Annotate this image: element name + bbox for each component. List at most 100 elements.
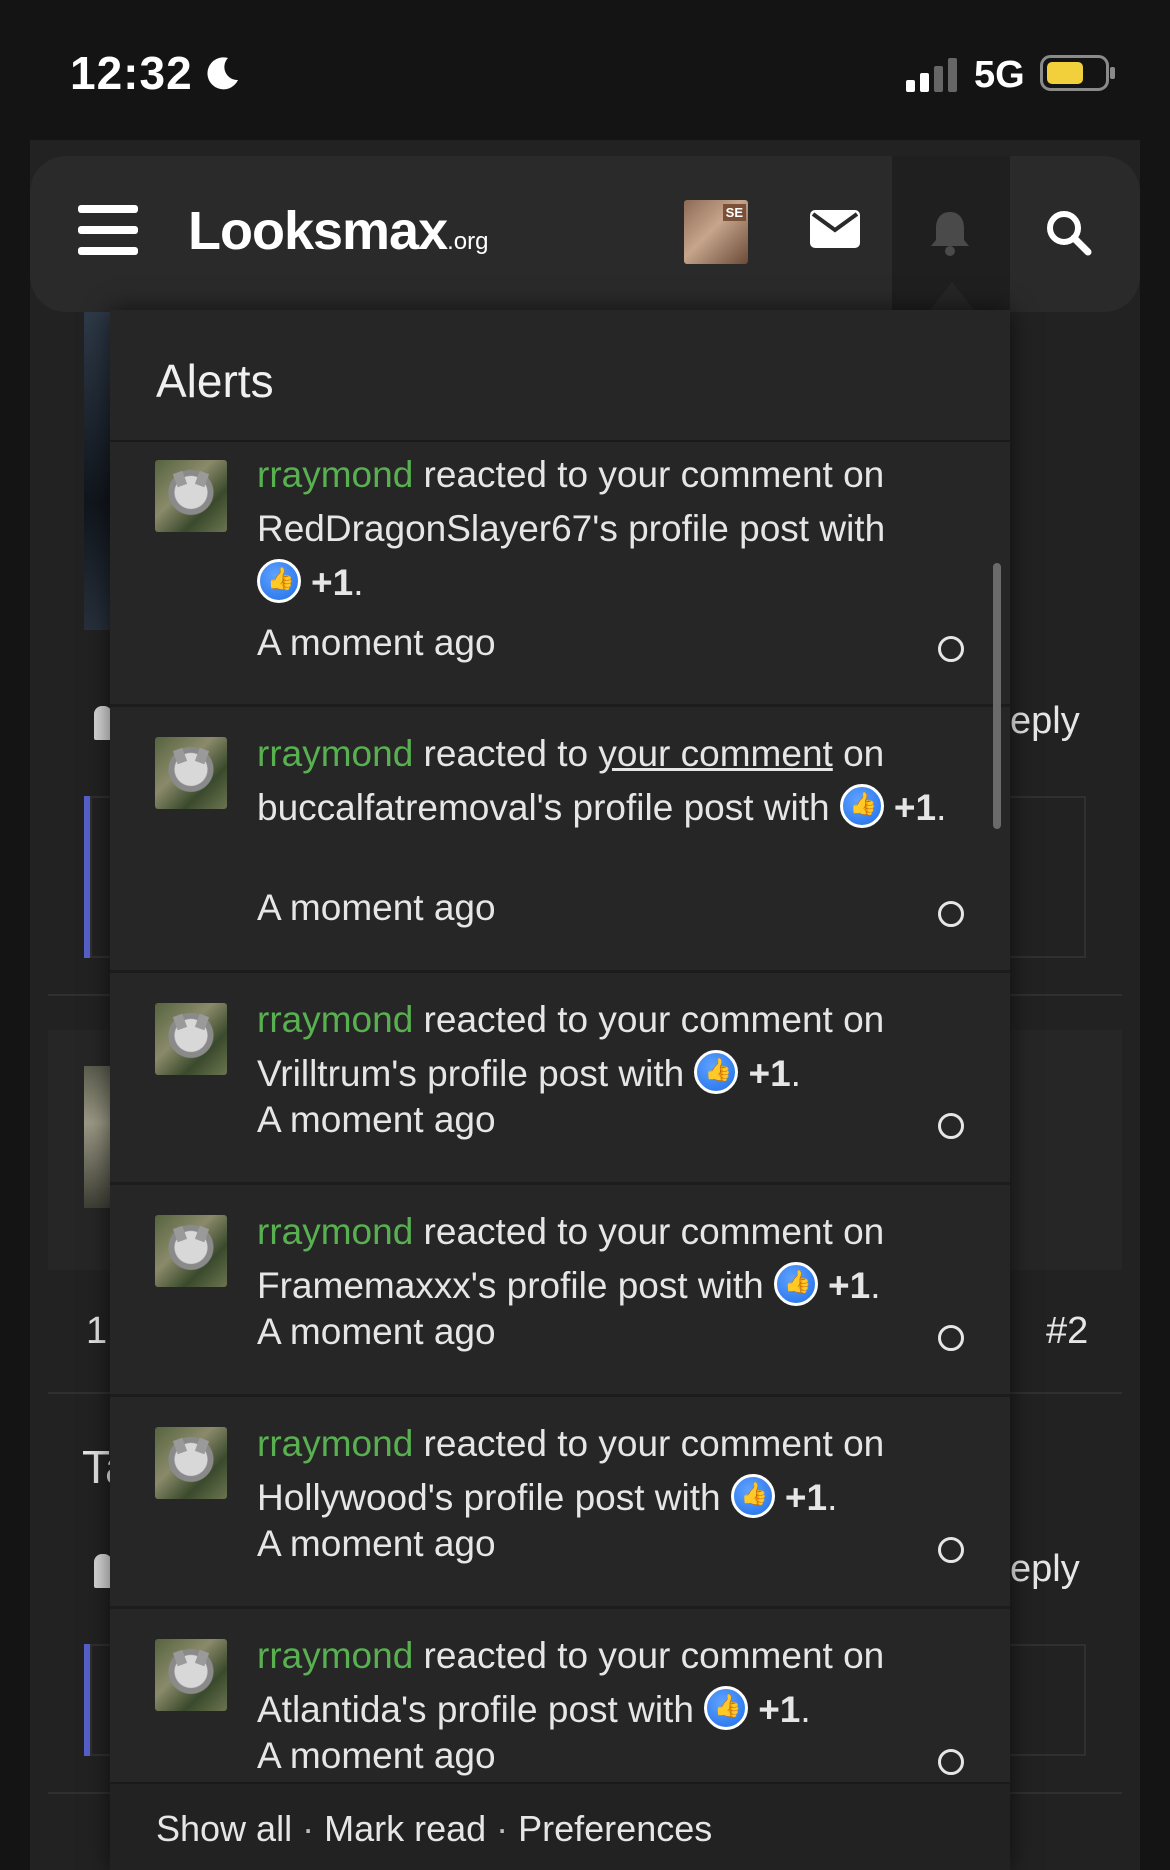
alert-time: A moment ago [257,1523,496,1564]
quote-bar [84,796,90,958]
mark-read-toggle[interactable] [938,1325,964,1351]
username-link[interactable]: rraymond [257,1211,413,1252]
post-count: 1 [86,1310,108,1352]
username-link[interactable]: rraymond [257,1635,413,1676]
battery-icon [1040,55,1115,91]
reply-link[interactable]: eply [1010,1548,1080,1591]
alert-text-part: reacted to [413,1211,599,1252]
alerts-popup: Alerts rraymond reacted to your comment … [110,310,1010,1870]
separator: · [302,1808,315,1849]
like-reaction-icon [694,1050,739,1095]
like-reaction-icon [839,784,884,829]
mark-read-toggle[interactable] [938,636,964,662]
like-reaction-icon [257,559,301,604]
post-image [84,1066,110,1208]
avatar-overlay-text: SE [722,204,746,221]
footer-links: Show all · Mark read · Preferences [156,1808,712,1850]
show-all-link[interactable]: Show all [156,1808,292,1849]
network-type: 5G [974,54,1025,96]
alert-time: A moment ago [257,887,496,928]
reaction-label: +1 [758,1689,801,1730]
username-link[interactable]: rraymond [257,454,413,495]
alerts-list[interactable]: rraymond reacted to your comment on RedD… [110,442,1010,1782]
alert-time: A moment ago [257,622,496,663]
status-time: 12:32 [70,47,193,99]
like-reaction-icon [774,1262,818,1307]
reaction-label: +1 [893,787,937,828]
alert-item[interactable]: rraymond reacted to your comment on Fram… [110,1185,1010,1397]
alert-text-part: reacted to [413,454,599,495]
comment-link[interactable]: your comment [598,733,832,774]
site-logo[interactable]: Looksmax.org [188,200,488,262]
alert-text-part: . [800,1689,811,1730]
mark-read-link[interactable]: Mark read [324,1808,486,1849]
preferences-link[interactable]: Preferences [518,1808,712,1849]
comment-link[interactable]: your comment [598,454,832,495]
logo-text: Looksmax [188,201,448,261]
alert-text-part: reacted to [413,733,599,774]
username-link[interactable]: rraymond [257,999,413,1040]
alert-text-part: . [936,787,947,828]
menu-icon[interactable] [78,205,138,259]
comment-link[interactable]: your comment [598,999,832,1040]
quote-bar [84,1644,90,1756]
alert-text-part: . [870,1265,881,1306]
comment-link[interactable]: your comment [598,1211,832,1252]
alert-text-part: . [827,1477,838,1518]
mail-icon[interactable] [810,210,860,248]
alert-item[interactable]: rraymond reacted to your comment on Vril… [110,973,1010,1185]
alert-text-part: reacted to [413,1423,599,1464]
alert-time: A moment ago [257,1311,496,1352]
alert-time: A moment ago [257,1735,496,1776]
alert-text: rraymond reacted to your comment on Vril… [257,993,947,1101]
mark-read-toggle[interactable] [938,1537,964,1563]
alert-text-part: reacted to [413,1635,599,1676]
mark-read-toggle[interactable] [938,1749,964,1775]
avatar[interactable] [155,1639,227,1711]
like-reaction-icon [704,1686,749,1731]
status-bar: 12:32 5G [0,0,1170,140]
signal-icon [906,58,957,92]
separator: · [496,1808,509,1849]
post-image [84,312,110,630]
mark-read-toggle[interactable] [938,901,964,927]
alert-text: rraymond reacted to your comment on bucc… [257,727,947,835]
alert-item[interactable]: rraymond reacted to your comment on RedD… [110,442,1010,707]
like-reaction-icon [730,1474,775,1519]
alert-text: rraymond reacted to your comment on Holl… [257,1417,947,1525]
popup-footer: Show all · Mark read · Preferences [110,1782,1010,1870]
alert-text-part: . [353,562,364,603]
avatar[interactable] [155,460,227,532]
alert-text: rraymond reacted to your comment on RedD… [257,448,947,610]
username-link[interactable]: rraymond [257,733,413,774]
post-number-link[interactable]: #2 [1046,1310,1088,1353]
comment-link[interactable]: your comment [598,1635,832,1676]
alert-item[interactable]: rraymond reacted to your comment on Holl… [110,1397,1010,1609]
reaction-label: +1 [748,1053,791,1094]
alert-text: rraymond reacted to your comment on Fram… [257,1205,947,1313]
alert-text-part: reacted to [413,999,599,1040]
alert-text: rraymond reacted to your comment on Atla… [257,1629,947,1737]
comment-link[interactable]: your comment [598,1423,832,1464]
bell-icon[interactable] [928,208,972,256]
scrollbar[interactable] [993,563,1001,829]
avatar[interactable] [155,1215,227,1287]
popup-pointer [930,282,974,310]
reaction-label: +1 [828,1265,871,1306]
username-link[interactable]: rraymond [257,1423,413,1464]
avatar[interactable] [155,737,227,809]
alert-item[interactable]: rraymond reacted to your comment on bucc… [110,707,1010,973]
reply-link[interactable]: eply [1010,700,1080,743]
reaction-label: +1 [784,1477,828,1518]
moon-icon [207,57,238,90]
avatar[interactable] [155,1427,227,1499]
search-icon[interactable] [1044,208,1092,256]
user-avatar[interactable]: SE [684,200,748,264]
alert-time: A moment ago [257,1099,496,1140]
popup-title: Alerts [156,355,274,407]
phone-screen: 12:32 5G eply 1 #2 Ta eply Looksmax.org [0,0,1170,1870]
avatar[interactable] [155,1003,227,1075]
reaction-label: +1 [311,562,354,603]
mark-read-toggle[interactable] [938,1113,964,1139]
alert-item[interactable]: rraymond reacted to your comment on Atla… [110,1609,1010,1782]
